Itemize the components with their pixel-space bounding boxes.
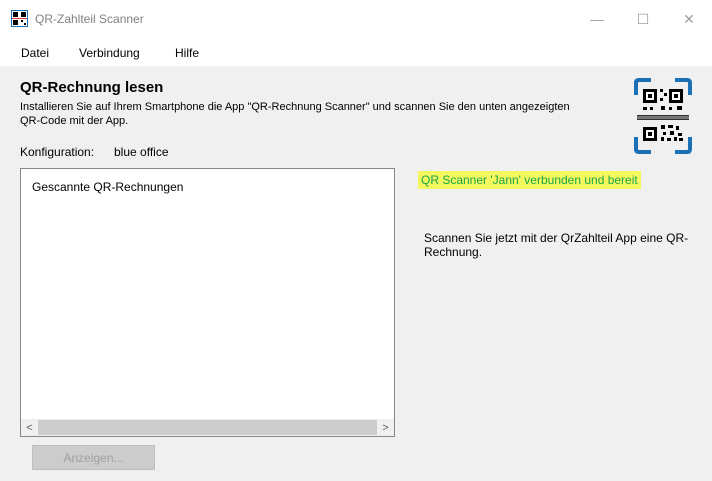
- show-button[interactable]: Anzeigen...: [32, 445, 155, 470]
- menu-datei[interactable]: Datei: [21, 46, 49, 60]
- connection-status: QR Scanner 'Jann' verbunden und bereit: [418, 171, 641, 189]
- scan-hint-text: Scannen Sie jetzt mit der QrZahlteil App…: [424, 231, 689, 259]
- title-bar: QR-Zahlteil Scanner — ☐ ✕: [0, 0, 712, 38]
- chevron-left-icon: <: [26, 421, 33, 434]
- scrollbar-thumb[interactable]: [38, 420, 377, 435]
- minimize-icon: —: [590, 11, 604, 27]
- chevron-right-icon: >: [382, 421, 389, 434]
- menu-bar: Datei Verbindung Hilfe: [0, 38, 712, 66]
- menu-verbindung[interactable]: Verbindung: [79, 46, 140, 60]
- close-icon: ✕: [683, 10, 695, 27]
- close-button[interactable]: ✕: [666, 0, 712, 38]
- scanned-invoices-list[interactable]: Gescannte QR-Rechnungen < >: [20, 168, 395, 437]
- config-value: blue office: [114, 145, 169, 159]
- window-title: QR-Zahlteil Scanner: [35, 12, 144, 26]
- page-title: QR-Rechnung lesen: [20, 79, 164, 96]
- minimize-button[interactable]: —: [574, 0, 620, 38]
- config-label: Konfiguration:: [20, 145, 95, 159]
- qr-app-icon: [11, 10, 28, 27]
- scroll-right-button[interactable]: >: [377, 419, 394, 436]
- scroll-left-button[interactable]: <: [21, 419, 38, 436]
- instructions-text: Installieren Sie auf Ihrem Smartphone di…: [20, 101, 570, 127]
- maximize-icon: ☐: [636, 10, 650, 27]
- qr-scanner-logo-icon: [634, 78, 692, 154]
- menu-hilfe[interactable]: Hilfe: [175, 46, 199, 60]
- list-header: Gescannte QR-Rechnungen: [32, 180, 184, 194]
- maximize-button[interactable]: ☐: [620, 0, 666, 38]
- horizontal-scrollbar[interactable]: < >: [21, 419, 394, 436]
